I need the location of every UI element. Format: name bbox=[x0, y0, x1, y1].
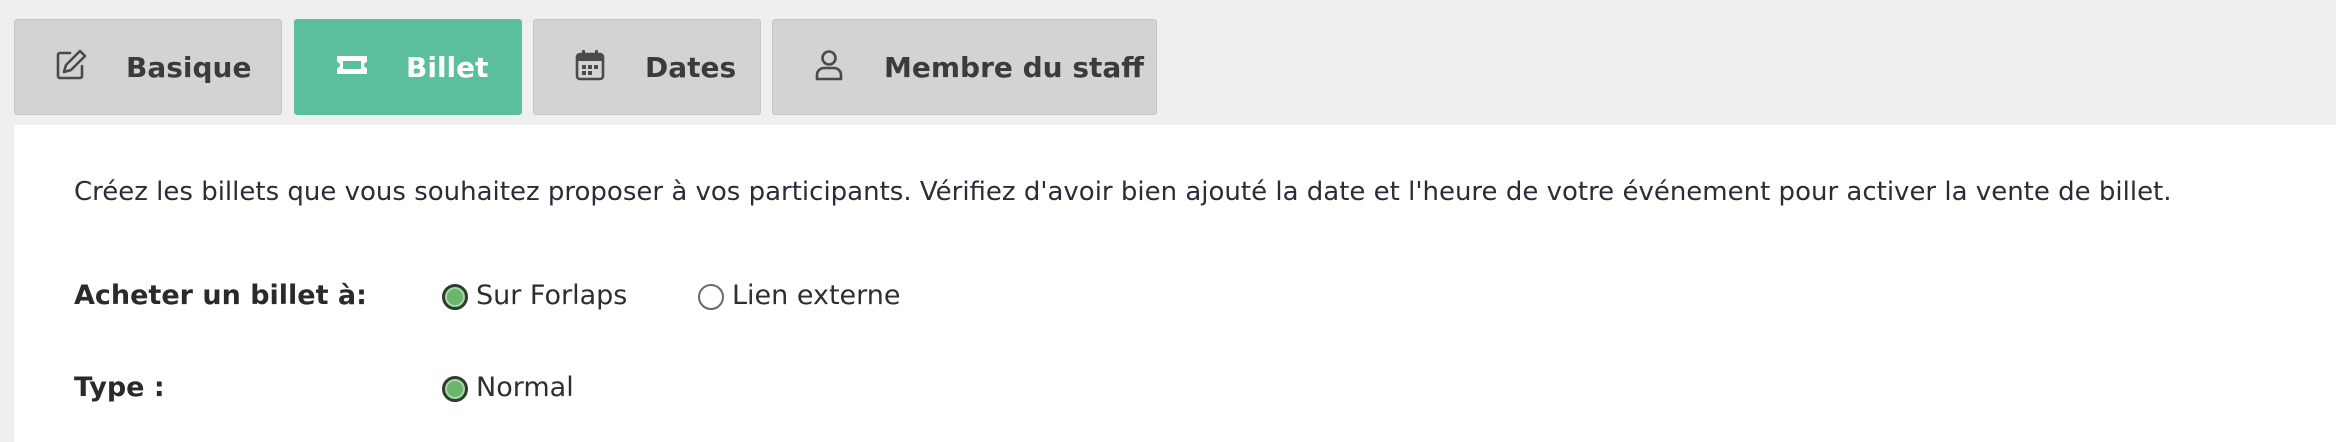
purchase-label: Acheter un billet à: bbox=[74, 280, 367, 311]
billet-panel: Créez les billets que vous souhaitez pro… bbox=[14, 125, 2336, 442]
tab-membre-du-staff[interactable]: Membre du staff bbox=[772, 19, 1157, 115]
tab-basique-label: Basique bbox=[126, 51, 252, 84]
tab-billet[interactable]: Billet bbox=[294, 19, 522, 115]
tab-dates[interactable]: Dates bbox=[533, 19, 761, 115]
user-icon bbox=[811, 47, 847, 83]
calendar-icon bbox=[572, 47, 608, 83]
radio-normal-label: Normal bbox=[476, 372, 574, 403]
tab-basique[interactable]: Basique bbox=[14, 19, 282, 115]
radio-indicator-checked[interactable] bbox=[442, 376, 468, 402]
tab-dates-label: Dates bbox=[645, 51, 737, 84]
intro-text: Créez les billets que vous souhaitez pro… bbox=[74, 177, 2172, 207]
ticket-icon bbox=[334, 47, 370, 83]
tab-membre-du-staff-label: Membre du staff bbox=[884, 51, 1144, 84]
radio-indicator-checked[interactable] bbox=[442, 284, 468, 310]
radio-sur-forlaps-label: Sur Forlaps bbox=[476, 280, 628, 311]
radio-lien-externe-label: Lien externe bbox=[732, 280, 901, 311]
tab-billet-label: Billet bbox=[406, 51, 489, 84]
edit-icon bbox=[53, 47, 89, 83]
radio-indicator[interactable] bbox=[698, 284, 724, 310]
type-label: Type : bbox=[74, 372, 165, 403]
